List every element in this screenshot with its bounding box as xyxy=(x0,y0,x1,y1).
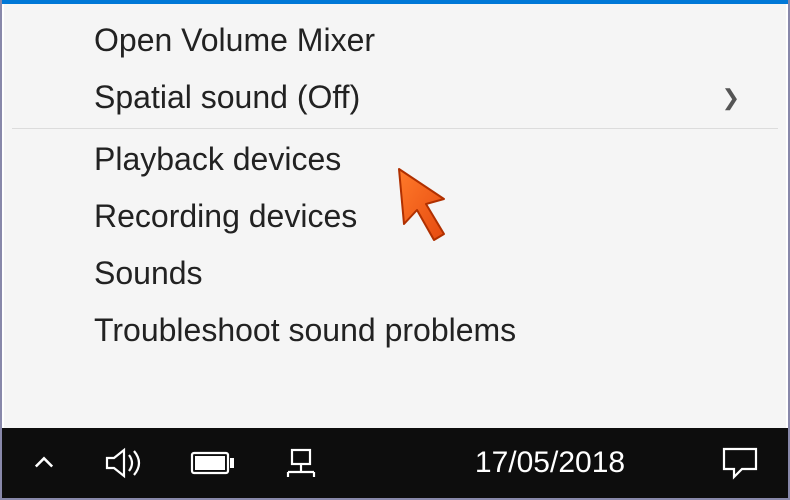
network-icon[interactable] xyxy=(282,446,320,480)
menu-item-spatial-sound[interactable]: Spatial sound (Off) ❯ xyxy=(4,69,786,126)
menu-item-label: Spatial sound (Off) xyxy=(94,79,360,116)
taskbar-date[interactable]: 17/05/2018 xyxy=(320,446,720,480)
menu-item-sounds[interactable]: Sounds xyxy=(4,245,786,302)
menu-item-label: Playback devices xyxy=(94,141,341,178)
menu-separator xyxy=(12,128,778,129)
menu-item-label: Sounds xyxy=(94,255,203,292)
system-tray xyxy=(30,446,320,480)
menu-item-label: Troubleshoot sound problems xyxy=(94,312,516,349)
submenu-arrow-icon: ❯ xyxy=(722,85,740,111)
volume-icon[interactable] xyxy=(104,446,144,480)
menu-item-label: Recording devices xyxy=(94,198,357,235)
menu-item-label: Open Volume Mixer xyxy=(94,22,375,59)
action-center-icon[interactable] xyxy=(720,445,760,481)
menu-item-playback-devices[interactable]: Playback devices xyxy=(4,131,786,188)
tray-chevron-up-icon[interactable] xyxy=(30,449,58,477)
menu-item-open-volume-mixer[interactable]: Open Volume Mixer xyxy=(4,12,786,69)
menu-item-troubleshoot[interactable]: Troubleshoot sound problems xyxy=(4,302,786,359)
taskbar: 17/05/2018 xyxy=(2,428,788,498)
sound-context-menu: Open Volume Mixer Spatial sound (Off) ❯ … xyxy=(4,4,786,428)
menu-item-recording-devices[interactable]: Recording devices xyxy=(4,188,786,245)
battery-icon[interactable] xyxy=(190,450,236,476)
